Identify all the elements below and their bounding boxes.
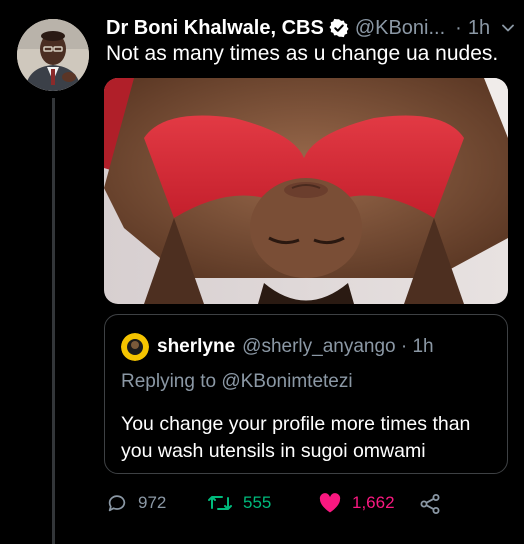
retweet-icon [208, 496, 232, 510]
replying-to: Replying to @KBonimtetezi [121, 371, 353, 393]
quoted-header: sherlyne @sherly_anyango · 1h [121, 333, 434, 361]
quoted-text: You change your profile more times than … [121, 413, 471, 462]
avatar[interactable] [17, 19, 89, 91]
thread-line [52, 98, 55, 544]
quoted-tweet[interactable]: sherlyne @sherly_anyango · 1h Replying t… [104, 314, 508, 474]
author-handle[interactable]: @KBoni... [355, 17, 445, 40]
quoted-avatar[interactable] [121, 333, 149, 361]
chevron-down-icon[interactable] [500, 20, 516, 36]
share-button[interactable] [418, 492, 452, 516]
tweet-image[interactable] [104, 78, 508, 304]
verified-icon [329, 18, 349, 38]
quoted-handle-time[interactable]: @sherly_anyango · 1h [242, 336, 433, 358]
separator-dot: · [455, 16, 462, 39]
share-icon [420, 494, 440, 514]
quoted-author-name[interactable]: sherlyne [157, 336, 235, 358]
retweet-button[interactable]: 555 [207, 492, 271, 514]
timestamp[interactable]: 1h [468, 17, 490, 40]
replying-to-mention[interactable]: @KBonimtetezi [221, 371, 352, 392]
heart-icon [319, 493, 341, 513]
replying-prefix: Replying to [121, 371, 217, 392]
retweet-count: 555 [243, 493, 272, 512]
reply-count: 972 [138, 493, 167, 512]
tweet-text: Not as many times as u change ua nudes. [106, 42, 499, 65]
like-button[interactable]: 1,662 [318, 492, 395, 514]
author-name[interactable]: Dr Boni Khalwale, CBS [106, 17, 324, 40]
tweet-header: Dr Boni Khalwale, CBS @KBoni... · 1h [106, 14, 516, 42]
reply-button[interactable]: 972 [106, 492, 166, 514]
tweet-actions: 972 555 1,662 [104, 492, 514, 520]
like-count: 1,662 [352, 493, 395, 512]
reply-icon [108, 495, 126, 512]
